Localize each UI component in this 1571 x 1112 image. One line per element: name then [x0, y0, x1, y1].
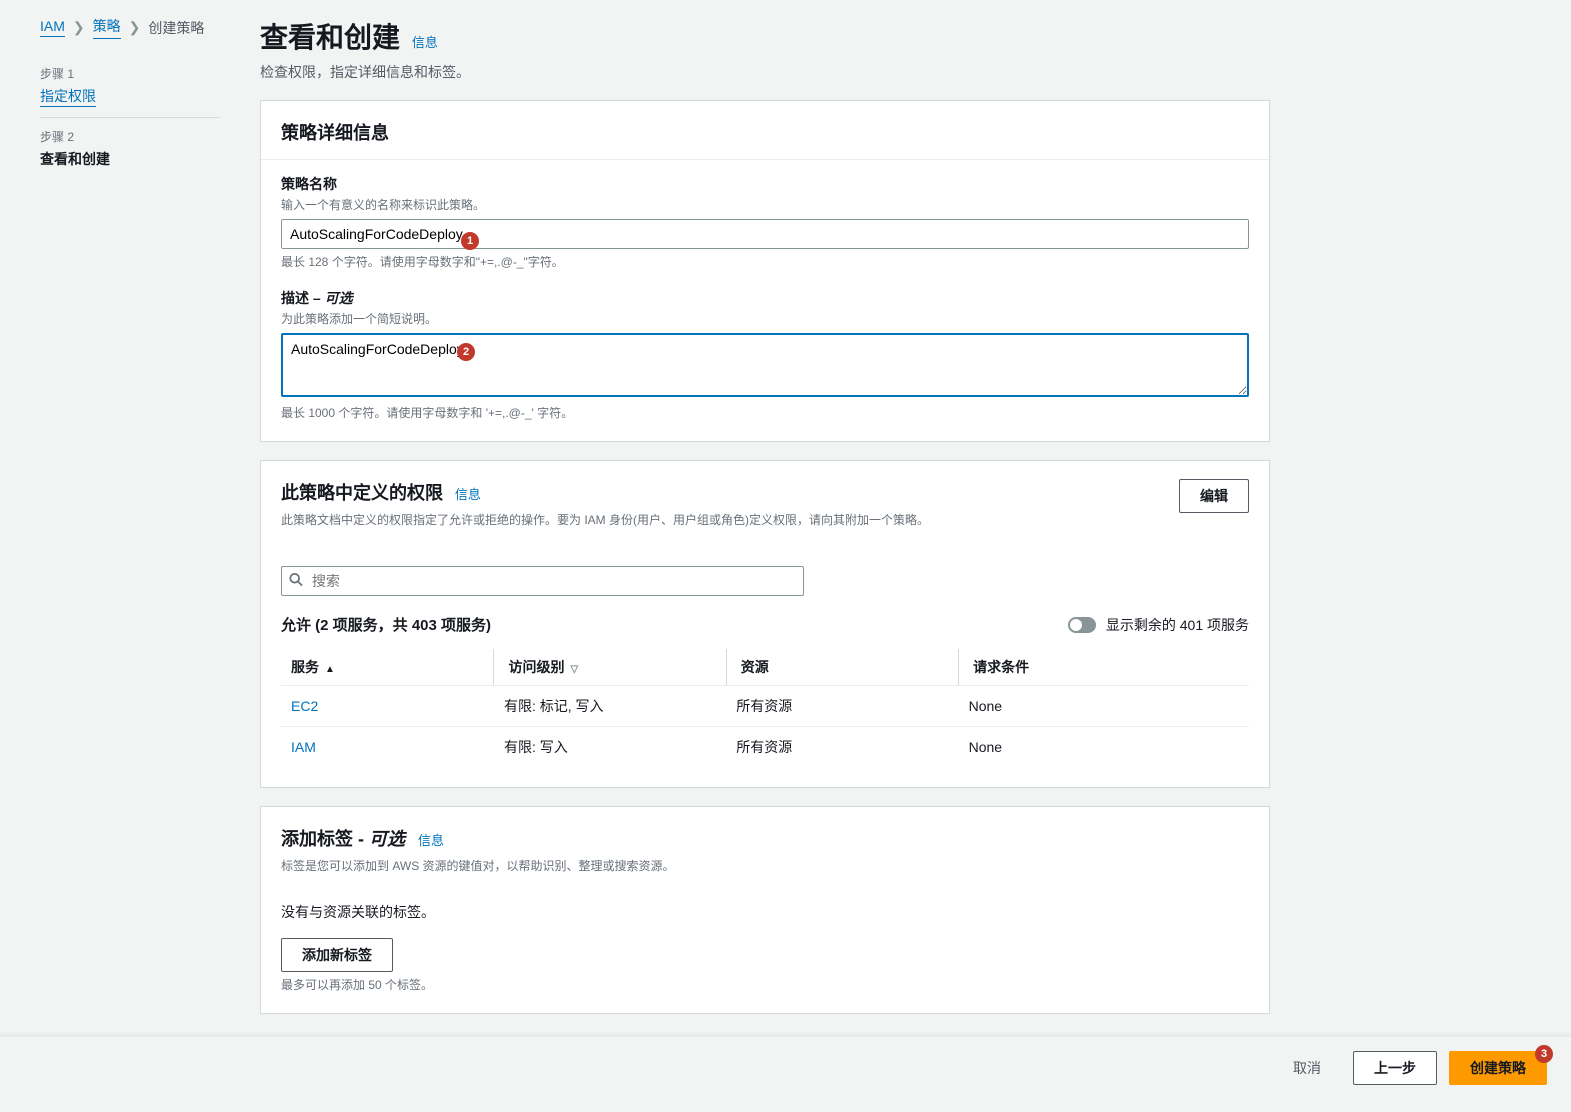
info-link[interactable]: 信息 — [412, 35, 438, 50]
condition-cell: None — [959, 686, 1249, 727]
tags-panel: 添加标签 - 可选 信息 标签是您可以添加到 AWS 资源的键值对，以帮助识别、… — [260, 806, 1270, 1014]
no-tags-text: 没有与资源关联的标签。 — [281, 902, 1249, 922]
permissions-title: 此策略中定义的权限 — [281, 483, 443, 503]
table-row: IAM 有限: 写入 所有资源 None — [281, 727, 1249, 768]
breadcrumb: IAM ❯ 策略 ❯ 创建策略 — [40, 16, 220, 39]
permissions-table: 服务▲ 访问级别▽ 资源 请求条件 EC2 有限: 标记, 写入 所有资源 No… — [281, 649, 1249, 767]
policy-desc-textarea[interactable]: AutoScalingForCodeDeploy — [281, 333, 1249, 397]
access-cell: 有限: 写入 — [494, 727, 726, 768]
sort-icon: ▽ — [570, 664, 578, 675]
show-remaining-label: 显示剩余的 401 项服务 — [1106, 615, 1249, 635]
permissions-panel: 此策略中定义的权限 信息 此策略文档中定义的权限指定了允许或拒绝的操作。要为 I… — [260, 460, 1270, 788]
policy-name-desc: 输入一个有意义的名称来标识此策略。 — [281, 196, 1249, 213]
breadcrumb-policies[interactable]: 策略 — [93, 16, 121, 39]
access-cell: 有限: 标记, 写入 — [494, 686, 726, 727]
callout-2: 2 — [457, 343, 475, 361]
breadcrumb-current: 创建策略 — [148, 18, 204, 38]
footer-actions: 取消 上一步 创建策略 3 — [0, 1036, 1571, 1099]
edit-button[interactable]: 编辑 — [1179, 479, 1249, 513]
sort-asc-icon: ▲ — [325, 664, 335, 675]
policy-name-help: 最长 128 个字符。请使用字母数字和"+=,.@-_"字符。 — [281, 253, 1249, 270]
step-1-number: 步骤 1 — [40, 65, 220, 82]
wizard-steps: 步骤 1 指定权限 步骤 2 查看和创建 — [40, 55, 220, 179]
step-2-label: 查看和创建 — [40, 149, 220, 169]
tags-desc: 标签是您可以添加到 AWS 资源的键值对，以帮助识别、整理或搜索资源。 — [281, 857, 1249, 874]
page-subtitle: 检查权限，指定详细信息和标签。 — [260, 62, 1270, 82]
table-row: EC2 有限: 标记, 写入 所有资源 None — [281, 686, 1249, 727]
chevron-right-icon: ❯ — [73, 19, 85, 36]
service-link-iam[interactable]: IAM — [291, 739, 316, 755]
col-service[interactable]: 服务▲ — [281, 649, 494, 686]
create-policy-button[interactable]: 创建策略 — [1449, 1051, 1547, 1085]
callout-3: 3 — [1535, 1045, 1553, 1063]
resource-cell: 所有资源 — [726, 727, 958, 768]
policy-details-title: 策略详细信息 — [281, 123, 389, 143]
breadcrumb-iam[interactable]: IAM — [40, 18, 65, 37]
condition-cell: None — [959, 727, 1249, 768]
tags-title: 添加标签 - 可选 — [281, 829, 410, 849]
resource-cell: 所有资源 — [726, 686, 958, 727]
service-link-ec2[interactable]: EC2 — [291, 698, 318, 714]
callout-1: 1 — [461, 232, 479, 250]
permissions-info-link[interactable]: 信息 — [455, 487, 481, 502]
chevron-right-icon: ❯ — [129, 19, 141, 36]
step-2-number: 步骤 2 — [40, 128, 220, 145]
permissions-desc: 此策略文档中定义的权限指定了允许或拒绝的操作。要为 IAM 身份(用户、用户组或… — [281, 511, 929, 528]
allow-summary: 允许 (2 项服务，共 403 项服务) — [281, 614, 491, 635]
policy-desc-desc: 为此策略添加一个简短说明。 — [281, 310, 1249, 327]
policy-details-panel: 策略详细信息 策略名称 输入一个有意义的名称来标识此策略。 1 最长 128 个… — [260, 100, 1270, 442]
add-tag-button[interactable]: 添加新标签 — [281, 938, 393, 972]
step-1-link[interactable]: 指定权限 — [40, 86, 96, 107]
show-remaining-toggle[interactable] — [1068, 617, 1096, 633]
cancel-button[interactable]: 取消 — [1273, 1051, 1341, 1085]
policy-name-input[interactable] — [281, 219, 1249, 249]
policy-name-label: 策略名称 — [281, 174, 1249, 194]
search-icon — [289, 573, 303, 590]
previous-button[interactable]: 上一步 — [1353, 1051, 1437, 1085]
page-title: 查看和创建 — [260, 22, 400, 53]
tag-limit-text: 最多可以再添加 50 个标签。 — [281, 976, 1249, 993]
tags-info-link[interactable]: 信息 — [418, 833, 444, 848]
policy-desc-help: 最长 1000 个字符。请使用字母数字和 '+=,.@-_' 字符。 — [281, 404, 1249, 421]
policy-desc-label: 描述 – 可选 — [281, 288, 1249, 308]
col-resource[interactable]: 资源 — [726, 649, 958, 686]
permissions-search-input[interactable] — [281, 566, 804, 596]
col-access[interactable]: 访问级别▽ — [494, 649, 726, 686]
col-condition[interactable]: 请求条件 — [959, 649, 1249, 686]
